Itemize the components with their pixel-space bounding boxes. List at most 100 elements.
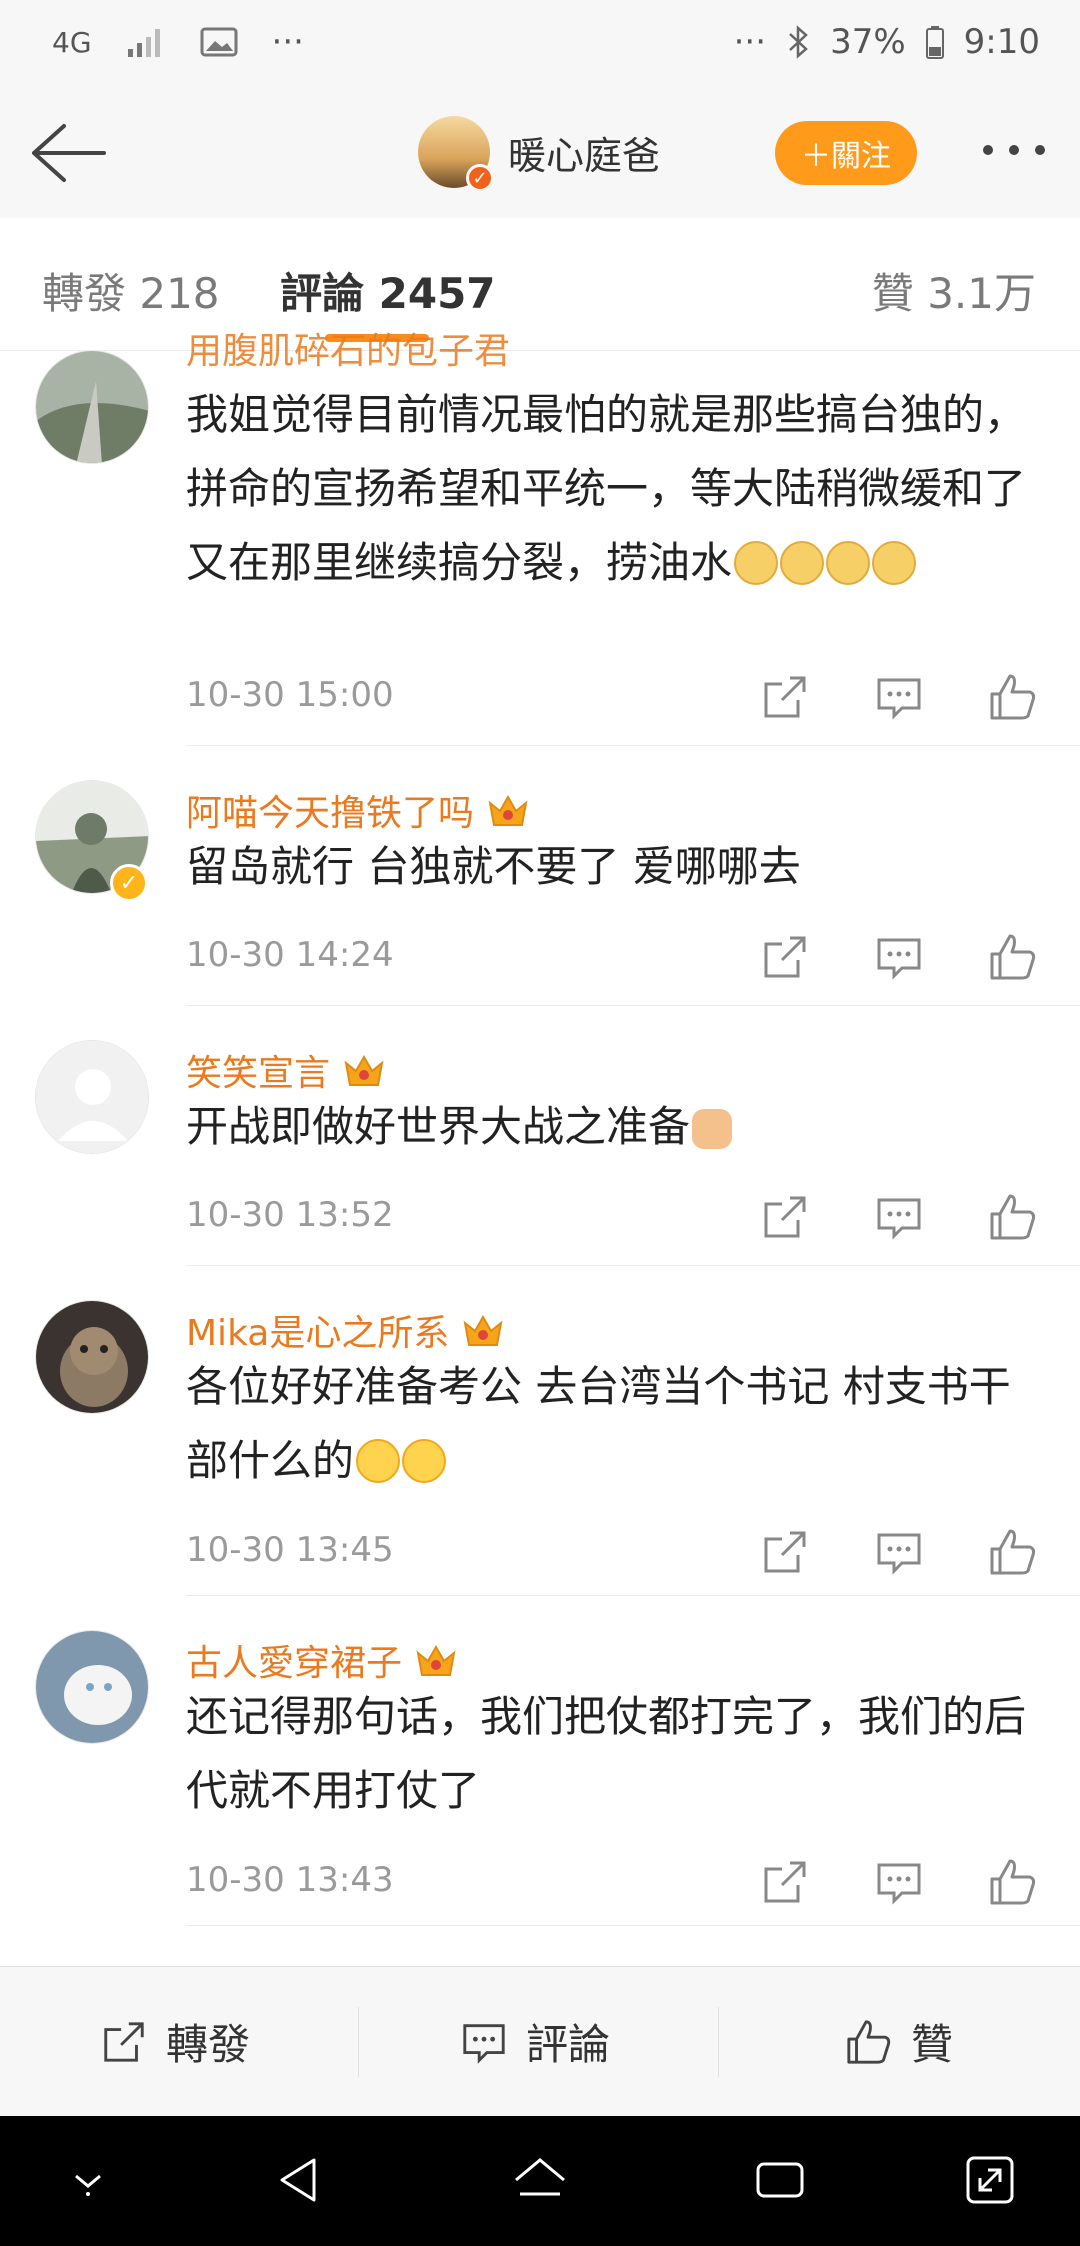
share-icon[interactable]: [760, 1857, 810, 1907]
comment-text-content: 开战即做好世界大战之准备: [186, 1102, 691, 1151]
expand-icon[interactable]: [960, 2150, 1020, 2210]
system-navigation-bar: [0, 2116, 1080, 2246]
like-thumb-icon[interactable]: [988, 1527, 1038, 1577]
comment-divider: [186, 1265, 1080, 1266]
comment-actions: [760, 1192, 1038, 1242]
repost-icon: [104, 2021, 144, 2062]
like-thumb-icon[interactable]: [988, 672, 1038, 722]
comment-text-content: 各位好好准备考公 去台湾当个书记 村支书干部什么的: [186, 1362, 1011, 1485]
comment-author-name[interactable]: 阿喵今天撸铁了吗: [186, 784, 474, 836]
comment-divider: [186, 1005, 1080, 1006]
comment-text: 我姐觉得目前情况最怕的就是那些搞台独的，拼命的宣扬希望和平统一，等大陆稍微缓和了…: [186, 378, 1046, 600]
share-icon[interactable]: [760, 932, 810, 982]
vip-crown-icon: [344, 1054, 384, 1086]
share-icon[interactable]: [760, 672, 810, 722]
status-more-dots-left: ···: [271, 22, 304, 62]
like-thumb-icon[interactable]: [988, 932, 1038, 982]
vip-crown-icon: [416, 1644, 456, 1676]
comment-icon[interactable]: [874, 672, 924, 722]
tab-likes[interactable]: 贊 3.1万: [872, 260, 1036, 321]
comment-text: 还记得那句话，我们把仗都打完了，我们的后代就不用打仗了: [186, 1692, 1027, 1815]
comment-avatar[interactable]: [35, 350, 149, 464]
doge-emoji-icon: [734, 541, 779, 585]
comment-author-name[interactable]: 古人愛穿裙子: [186, 1634, 402, 1686]
bottom-separator: [718, 2007, 719, 2077]
repost-button[interactable]: 轉發: [100, 2011, 250, 2072]
comment-actions: [760, 1527, 1038, 1577]
comment-time: 10-30 13:52: [186, 1195, 394, 1235]
muscle-emoji-icon: [692, 1109, 733, 1149]
comment-author-name[interactable]: 用腹肌碎石的包子君: [186, 322, 510, 374]
comment-icon[interactable]: [874, 1857, 924, 1907]
bottom-action-bar: 轉發 評論 贊: [0, 1966, 1080, 2117]
bluetooth-icon: [789, 25, 808, 59]
more-options-icon[interactable]: [978, 128, 1050, 172]
comment-actions: [760, 932, 1038, 982]
comment-time: 10-30 14:24: [186, 935, 394, 975]
bottom-separator: [358, 2007, 359, 2077]
like-thumb-icon[interactable]: [988, 1857, 1038, 1907]
comment-text: 各位好好准备考公 去台湾当个书记 村支书干部什么的: [186, 1350, 1046, 1498]
tab-comments[interactable]: 評論 2457: [280, 260, 496, 321]
recent-apps-icon[interactable]: [750, 2150, 810, 2210]
network-type-icon: 4G: [52, 25, 92, 59]
laugh-cry-emoji-icon: [402, 1439, 447, 1483]
follow-button[interactable]: ＋關注: [775, 121, 917, 185]
vip-crown-icon: [463, 1314, 503, 1346]
doge-emoji-icon: [826, 541, 871, 585]
comment-avatar[interactable]: [35, 1300, 149, 1414]
back-arrow-icon[interactable]: [28, 118, 108, 188]
account-header[interactable]: ✓ 暖心庭爸: [418, 116, 660, 192]
verified-badge-icon: ✓: [466, 164, 494, 192]
laugh-cry-emoji-icon: [356, 1439, 401, 1483]
comment-avatar[interactable]: [35, 1630, 149, 1744]
verified-badge-icon: ✓: [110, 864, 148, 902]
interaction-tabs: 轉發 218 評論 2457 贊 3.1万: [0, 218, 1080, 351]
comment-divider: [186, 1925, 1080, 1926]
comment-divider: [186, 745, 1080, 746]
comment-author-name[interactable]: Mika是心之所系: [186, 1304, 449, 1356]
comment-author-name[interactable]: 笑笑宣言: [186, 1044, 330, 1096]
account-avatar[interactable]: ✓: [418, 116, 494, 192]
comment-icon: [463, 2023, 505, 2064]
comment-time: 10-30 13:43: [186, 1860, 394, 1900]
top-navbar: ✓ 暖心庭爸 ＋關注: [0, 90, 1080, 219]
comment-text: 开战即做好世界大战之准备: [186, 1090, 1046, 1164]
share-icon[interactable]: [760, 1192, 810, 1242]
comment-divider: [186, 1595, 1080, 1596]
comment-button[interactable]: 評論: [460, 2011, 610, 2072]
comment-time: 10-30 15:00: [186, 675, 394, 715]
tab-reposts[interactable]: 轉發 218: [42, 260, 220, 321]
status-more-dots-right: ···: [733, 22, 767, 62]
comment-author[interactable]: 古人愛穿裙子: [186, 1634, 458, 1686]
status-bar: 4G ··· ··· 37% 9:10: [0, 0, 1080, 90]
battery-percent: 37%: [830, 22, 906, 62]
comment-actions: [760, 672, 1038, 722]
back-nav-icon[interactable]: [270, 2150, 330, 2210]
comment-label: 評論: [526, 2020, 611, 2069]
comment-author[interactable]: 笑笑宣言: [186, 1044, 386, 1096]
vip-crown-icon: [488, 794, 528, 826]
like-button[interactable]: 贊: [845, 2011, 953, 2072]
like-thumb-icon[interactable]: [988, 1192, 1038, 1242]
comment-author[interactable]: 阿喵今天撸铁了吗: [186, 784, 530, 836]
comment-icon[interactable]: [874, 932, 924, 982]
comment-icon[interactable]: [874, 1527, 924, 1577]
home-nav-icon[interactable]: [510, 2150, 570, 2210]
repost-label: 轉發: [166, 2020, 251, 2069]
hide-keyboard-icon[interactable]: [58, 2150, 118, 2210]
comment-text: 留岛就行 台独就不要了 爱哪哪去: [186, 842, 801, 891]
share-icon[interactable]: [760, 1527, 810, 1577]
battery-icon: [925, 26, 944, 59]
doge-emoji-icon: [780, 541, 825, 585]
comment-author[interactable]: Mika是心之所系: [186, 1304, 505, 1356]
comment-time: 10-30 13:45: [186, 1530, 394, 1570]
comment-actions: [760, 1857, 1038, 1907]
account-name[interactable]: 暖心庭爸: [508, 125, 660, 180]
gallery-icon: [200, 27, 238, 57]
like-label: 贊: [911, 2020, 954, 2069]
comment-avatar[interactable]: [35, 1040, 149, 1154]
comment-icon[interactable]: [874, 1192, 924, 1242]
signal-icon: [127, 29, 160, 57]
comment-author[interactable]: 用腹肌碎石的包子君: [186, 322, 510, 374]
